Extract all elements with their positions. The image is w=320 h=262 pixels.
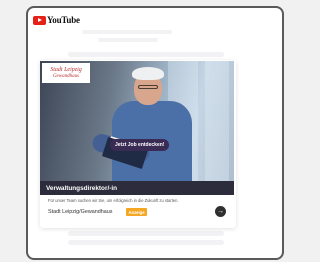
placeholder-line	[68, 231, 224, 236]
person-glasses	[138, 85, 158, 89]
placeholder-line	[98, 38, 158, 42]
logo-line-1: Stadt Leipzig	[50, 66, 82, 73]
placeholder-line	[68, 240, 224, 245]
advertiser-name[interactable]: Stadt Leipzig/Gewandhaus	[48, 209, 112, 215]
placeholder-line	[68, 52, 224, 57]
ad-badge: Anzeige	[126, 208, 148, 216]
ad-title[interactable]: Verwaltungsdirektor/-in	[40, 181, 234, 195]
ad-description: Für unser Team suchen wir Sie, um erfolg…	[48, 198, 179, 203]
youtube-play-icon	[33, 15, 46, 25]
logo-line-2: Gewandhaus	[52, 73, 80, 79]
arrow-right-icon[interactable]: →	[215, 206, 226, 217]
window-pane	[205, 61, 229, 181]
youtube-logo-text: YouTube	[47, 15, 80, 25]
youtube-header: YouTube	[33, 14, 80, 26]
placeholder-line	[82, 30, 172, 34]
ad-image[interactable]: Stadt Leipzig Gewandhaus Jetzt Job entde…	[40, 61, 234, 181]
person-hair	[132, 67, 164, 80]
cta-button[interactable]: Jetzt Job entdecken!	[110, 139, 170, 151]
advertiser-logo: Stadt Leipzig Gewandhaus	[42, 63, 90, 83]
